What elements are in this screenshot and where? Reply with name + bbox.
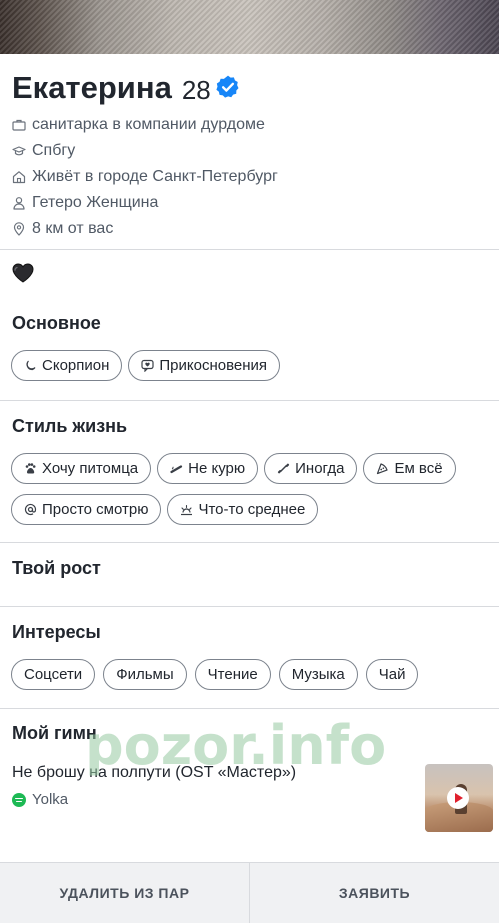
chip-smoking: Не курю	[157, 453, 259, 484]
spotify-icon	[12, 792, 26, 807]
profile-photo[interactable]	[0, 0, 499, 54]
verified-badge-icon	[216, 75, 239, 98]
chip-zodiac: Скорпион	[11, 350, 123, 381]
interest-chip: Чтение	[194, 659, 271, 690]
home-icon	[12, 171, 26, 184]
section-title-height: Твой рост	[12, 558, 101, 578]
footer-actions: УДАЛИТЬ ИЗ ПАР ЗАЯВИТЬ	[0, 862, 499, 923]
chip-label: Ем всё	[394, 460, 443, 477]
unmatch-button[interactable]: УДАЛИТЬ ИЗ ПАР	[0, 863, 250, 923]
interest-chip: Чай	[365, 659, 419, 690]
job-row: санитарка в компании дурдоме	[12, 112, 278, 138]
school-row: Спбгу	[12, 138, 278, 164]
distance-row: 8 км от вас	[12, 216, 278, 242]
graduation-cap-icon	[12, 146, 26, 156]
distance-text: 8 км от вас	[32, 220, 114, 237]
chip-label: Просто смотрю	[42, 501, 149, 518]
interest-chip: Фильмы	[103, 659, 187, 690]
cigarette-icon	[170, 465, 183, 474]
chat-heart-icon	[141, 359, 154, 372]
basics-chips: Скорпион Прикосновения	[11, 350, 491, 381]
interest-chip: Соцсети	[11, 659, 96, 690]
person-icon	[13, 197, 25, 210]
job-text: санитарка в компании дурдоме	[32, 116, 265, 133]
album-cover[interactable]	[425, 764, 493, 832]
report-button[interactable]: ЗАЯВИТЬ	[250, 863, 499, 923]
divider	[0, 542, 499, 543]
location-pin-icon	[13, 222, 25, 236]
section-title-lifestyle: Стиль жизнь	[12, 416, 128, 436]
chip-label: Иногда	[295, 460, 345, 477]
moon-icon	[26, 360, 36, 371]
chip-label: Скорпион	[42, 357, 110, 374]
profile-header: Екатерина 28	[12, 66, 241, 110]
section-title-interests: Интересы	[12, 622, 101, 642]
profile-details: санитарка в компании дурдоме Спбгу Живёт…	[12, 112, 278, 242]
chip-label: Хочу питомца	[42, 460, 139, 477]
profile-name: Екатерина	[12, 70, 172, 105]
divider	[0, 400, 499, 401]
chip-love-language: Прикосновения	[128, 350, 281, 381]
school-text: Спбгу	[32, 142, 76, 159]
anthem-song-title: Не брошу на полпути (OST «Мастер»)	[12, 764, 297, 781]
heart-icon	[12, 263, 34, 283]
chip-sleep: Что-то среднее	[167, 494, 319, 525]
chip-label: Прикосновения	[159, 357, 268, 374]
chip-social-media: Просто смотрю	[11, 494, 162, 525]
chip-diet: Ем всё	[363, 453, 456, 484]
chip-pets: Хочу питомца	[11, 453, 152, 484]
lifestyle-chips: Хочу питомца Не курю Иногда Ем всё Прост…	[11, 453, 491, 525]
anthem-artist-name: Yolka	[32, 791, 69, 808]
divider	[0, 708, 499, 709]
orientation-row: Гетеро Женщина	[12, 190, 278, 216]
interests-chips: Соцсети Фильмы Чтение Музыка Чай	[11, 659, 491, 690]
sunrise-icon	[181, 504, 193, 516]
orientation-text: Гетеро Женщина	[32, 194, 159, 211]
anthem-artist: Yolka	[12, 791, 68, 808]
interest-chip: Музыка	[278, 659, 358, 690]
divider	[0, 606, 499, 607]
chip-label: Не курю	[188, 460, 246, 477]
briefcase-icon	[12, 119, 26, 131]
section-title-anthem: Мой гимн	[12, 723, 97, 743]
profile-age: 28	[181, 74, 211, 105]
paw-icon	[25, 463, 36, 474]
chip-label: Что-то среднее	[198, 501, 306, 518]
divider	[0, 249, 499, 250]
pizza-icon	[377, 463, 389, 475]
at-icon	[24, 503, 37, 515]
city-text: Живёт в городе Санкт-Петербург	[32, 168, 278, 185]
chip-workout: Иногда	[264, 453, 358, 484]
section-title-basics: Основное	[12, 313, 101, 333]
play-icon[interactable]	[447, 787, 469, 809]
city-row: Живёт в городе Санкт-Петербург	[12, 164, 278, 190]
dumbbell-icon	[278, 463, 290, 474]
